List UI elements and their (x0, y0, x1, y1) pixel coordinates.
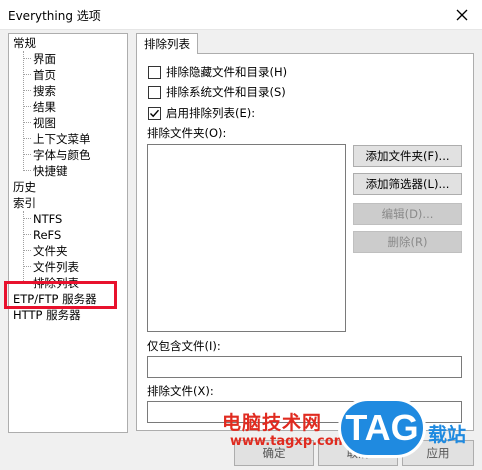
tree-tick (23, 74, 31, 75)
tree-item-search[interactable]: 搜索 (33, 83, 56, 99)
delete-button[interactable]: 删除(R) (353, 231, 462, 253)
tree-tick (23, 266, 31, 267)
add-filter-button[interactable]: 添加筛选器(L)... (353, 173, 462, 195)
tree-item-home[interactable]: 首页 (33, 67, 56, 83)
watermark-url: www.tagxp.com (230, 434, 348, 449)
tree-tick (23, 154, 31, 155)
tree-tick (23, 170, 31, 171)
exclude-folders-list[interactable] (147, 144, 346, 332)
exclude-folders-label: 排除文件夹(O): (147, 126, 227, 140)
window-title: Everything 选项 (8, 9, 101, 23)
watermark-logo: TAG (338, 398, 426, 458)
exclude-system-checkbox[interactable] (148, 85, 161, 99)
tree-tick (23, 218, 31, 219)
exclude-system-label: 排除系统文件和目录(S) (166, 85, 286, 99)
tree-tick (23, 138, 31, 139)
tree-item-file-lists[interactable]: 文件列表 (33, 259, 79, 275)
exclude-hidden-option[interactable]: 排除隐藏文件和目录(H) (148, 64, 287, 80)
exclude-system-option[interactable]: 排除系统文件和目录(S) (148, 84, 286, 100)
tree-item-history[interactable]: 历史 (13, 179, 36, 195)
tree-guide (23, 51, 24, 171)
settings-tree[interactable]: 常规 界面 首页 搜索 结果 视图 上下文菜单 字体与颜色 快捷键 历史 索引 … (8, 33, 128, 433)
title-bar: Everything 选项 (0, 0, 482, 30)
exclude-hidden-label: 排除隐藏文件和目录(H) (166, 65, 288, 79)
tree-tick (23, 58, 31, 59)
watermark-text: 电脑技术网 (222, 412, 323, 434)
include-files-label: 仅包含文件(I): (147, 339, 221, 353)
tree-item-ntfs[interactable]: NTFS (33, 211, 62, 227)
exclude-hidden-checkbox[interactable] (148, 65, 161, 79)
enable-exclude-label: 启用排除列表(E): (166, 106, 256, 120)
tree-item-general[interactable]: 常规 (13, 35, 36, 51)
add-folder-button[interactable]: 添加文件夹(F)... (353, 145, 462, 167)
tree-item-shortcuts[interactable]: 快捷键 (33, 163, 68, 179)
tree-item-results[interactable]: 结果 (33, 99, 56, 115)
include-files-input[interactable] (147, 356, 462, 378)
watermark-side-text: 载站 (428, 424, 467, 446)
tree-item-refs[interactable]: ReFS (33, 227, 61, 243)
edit-button[interactable]: 编辑(D)... (353, 203, 462, 225)
tree-item-ui[interactable]: 界面 (33, 51, 56, 67)
tab-exclude[interactable]: 排除列表 (136, 33, 198, 54)
tree-guide (23, 211, 24, 283)
tree-tick (23, 250, 31, 251)
tree-item-view[interactable]: 视图 (33, 115, 56, 131)
tree-tick (23, 106, 31, 107)
tree-tick (23, 234, 31, 235)
tree-item-folders[interactable]: 文件夹 (33, 243, 68, 259)
tree-item-context-menu[interactable]: 上下文菜单 (33, 131, 91, 147)
checkmark-icon (150, 109, 160, 117)
close-button[interactable] (442, 0, 482, 30)
close-icon (456, 9, 468, 21)
tree-item-http[interactable]: HTTP 服务器 (13, 307, 81, 323)
tree-tick (23, 90, 31, 91)
highlight-box (4, 281, 117, 309)
tree-tick (23, 122, 31, 123)
tree-item-fonts-colors[interactable]: 字体与颜色 (33, 147, 91, 163)
enable-exclude-option[interactable]: 启用排除列表(E): (148, 105, 255, 121)
tree-item-index[interactable]: 索引 (13, 195, 36, 211)
enable-exclude-checkbox[interactable] (148, 106, 161, 120)
exclude-files-label: 排除文件(X): (147, 384, 214, 398)
